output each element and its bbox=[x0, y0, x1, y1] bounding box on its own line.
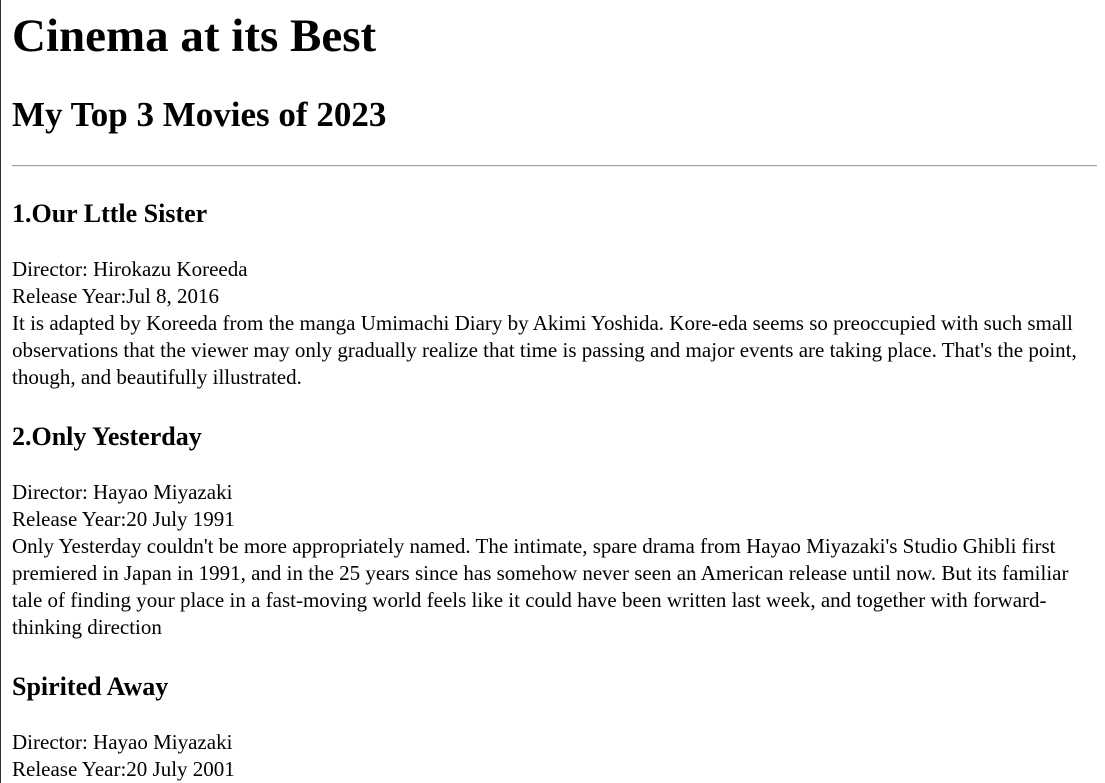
movie-release-year: Release Year:Jul 8, 2016 bbox=[12, 284, 220, 308]
page: Cinema at its Best My Top 3 Movies of 20… bbox=[1, 0, 1105, 783]
movie-entry-only-yesterday: 2.Only Yesterday Director: Hayao Miyazak… bbox=[12, 422, 1097, 641]
movie-director: Director: Hayao Miyazaki bbox=[12, 730, 233, 754]
movie-details: Director: Hirokazu Koreeda Release Year:… bbox=[12, 256, 1097, 391]
movie-title: Spirited Away bbox=[12, 672, 169, 701]
horizontal-divider bbox=[12, 165, 1097, 167]
movie-title: 2.Only Yesterday bbox=[12, 422, 202, 451]
movie-entry-our-little-sister: 1.Our Lttle Sister Director: Hirokazu Ko… bbox=[12, 199, 1097, 391]
movie-details: Director: Hayao Miyazaki Release Year:20… bbox=[12, 479, 1097, 641]
movie-description: It is adapted by Koreeda from the manga … bbox=[12, 311, 1077, 389]
movie-title: 1.Our Lttle Sister bbox=[12, 199, 208, 228]
movie-release-year: Release Year:20 July 1991 bbox=[12, 507, 235, 531]
movie-director: Director: Hayao Miyazaki bbox=[12, 480, 233, 504]
movie-details: Director: Hayao Miyazaki Release Year:20… bbox=[12, 729, 1097, 783]
movie-director: Director: Hirokazu Koreeda bbox=[12, 257, 248, 281]
movie-description: Only Yesterday couldn't be more appropri… bbox=[12, 534, 1069, 639]
movie-release-year: Release Year:20 July 2001 bbox=[12, 757, 235, 781]
page-title: Cinema at its Best bbox=[12, 10, 377, 62]
page-subtitle: My Top 3 Movies of 2023 bbox=[12, 95, 387, 134]
movie-entry-spirited-away: Spirited Away Director: Hayao Miyazaki R… bbox=[12, 672, 1097, 783]
